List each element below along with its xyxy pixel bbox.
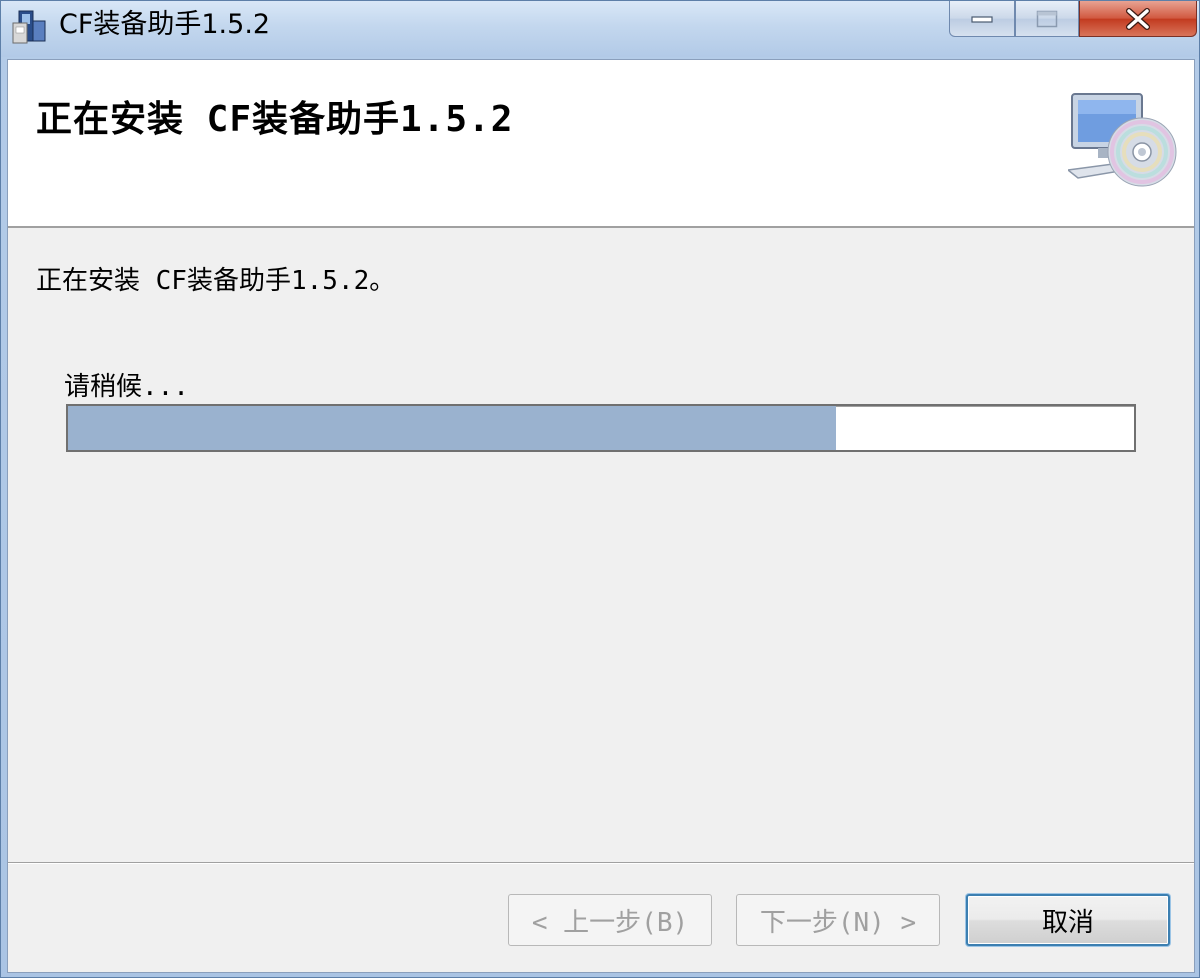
next-button[interactable]: 下一步(N) > <box>736 894 940 946</box>
computer-cd-icon <box>1068 93 1177 187</box>
caption-buttons <box>949 1 1199 37</box>
please-wait-label: 请稍候... <box>64 372 189 402</box>
maximize-button[interactable] <box>1015 1 1079 37</box>
installer-app-icon <box>12 10 46 44</box>
dialog-client-area: 正在安装 CF装备助手1.5.2 正在安装 CF装备助手1.5.2。 请稍候..… <box>7 59 1195 973</box>
header-title: 正在安装 CF装备助手1.5.2 <box>36 99 514 140</box>
installer-window: CF装备助手1.5.2 正在安装 CF装备助手1.5.2 正在安装 CF装备助手… <box>0 0 1200 978</box>
install-status-text: 正在安装 CF装备助手1.5.2。 <box>36 266 396 296</box>
dialog-header: 正在安装 CF装备助手1.5.2 <box>8 60 1194 228</box>
window-title: CF装备助手1.5.2 <box>59 9 271 40</box>
close-button[interactable] <box>1079 1 1197 37</box>
title-bar[interactable]: CF装备助手1.5.2 <box>1 1 1199 57</box>
minimize-button[interactable] <box>949 1 1015 37</box>
cancel-button[interactable]: 取消 <box>966 894 1170 946</box>
footer-divider <box>8 862 1194 864</box>
progress-fill <box>68 406 836 450</box>
minimize-icon <box>971 15 993 23</box>
maximize-icon <box>1036 10 1058 27</box>
close-icon <box>1126 7 1150 30</box>
back-button[interactable]: < 上一步(B) <box>508 894 712 946</box>
install-progress-bar <box>66 404 1136 452</box>
